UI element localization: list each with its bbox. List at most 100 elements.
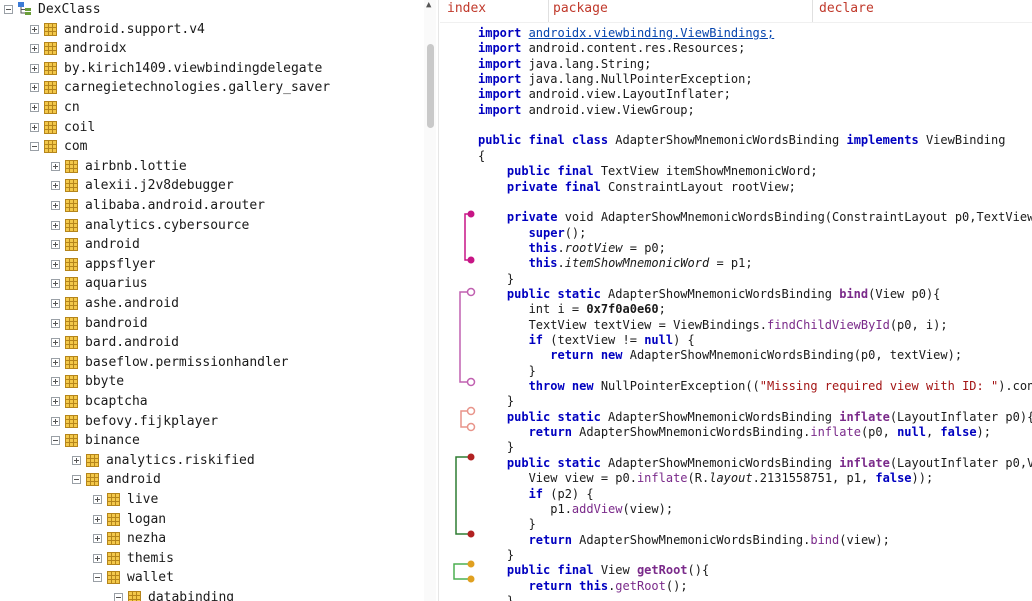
code-line[interactable]: if (p2) { — [478, 486, 594, 502]
collapse-icon[interactable] — [72, 475, 81, 484]
code-line[interactable]: this.itemShowMnemonicWord = p1; — [478, 255, 753, 271]
fold-marker-inflate-1[interactable] — [460, 406, 476, 432]
tree-item[interactable]: android — [0, 470, 420, 489]
expand-icon[interactable] — [51, 279, 60, 288]
code-line[interactable]: } — [478, 393, 514, 409]
tree-item[interactable]: android — [0, 235, 420, 254]
tree-item[interactable]: bard.android — [0, 333, 420, 352]
expand-icon[interactable] — [72, 456, 81, 465]
code-line[interactable]: import android.content.res.Resources; — [478, 40, 745, 56]
import-link[interactable]: androidx.viewbinding.ViewBindings; — [529, 26, 775, 40]
code-line[interactable]: super(); — [478, 225, 587, 241]
expand-icon[interactable] — [93, 554, 102, 563]
code-line[interactable]: return AdapterShowMnemonicWordsBinding.b… — [478, 532, 890, 548]
code-panel[interactable]: index package declare import androidx.vi… — [440, 0, 1032, 601]
tree-scroll-thumb[interactable] — [427, 44, 434, 128]
code-line[interactable]: } — [478, 271, 514, 287]
expand-icon[interactable] — [51, 221, 60, 230]
code-line[interactable]: } — [478, 547, 514, 563]
expand-icon[interactable] — [51, 162, 60, 171]
expand-icon[interactable] — [51, 417, 60, 426]
tree-item[interactable]: logan — [0, 510, 420, 529]
expand-icon[interactable] — [30, 123, 39, 132]
collapse-icon[interactable] — [93, 573, 102, 582]
tree-item[interactable]: androidx — [0, 39, 420, 58]
tree-scrollbar[interactable]: ▲ — [424, 0, 436, 601]
tree-item[interactable]: carnegietechnologies.gallery_saver — [0, 78, 420, 97]
code-line[interactable]: } — [478, 593, 514, 601]
code-line[interactable]: import java.lang.String; — [478, 56, 651, 72]
expand-icon[interactable] — [30, 103, 39, 112]
tree-item[interactable]: analytics.riskified — [0, 451, 420, 470]
expand-icon[interactable] — [51, 397, 60, 406]
tree-item[interactable]: themis — [0, 549, 420, 568]
expand-icon[interactable] — [51, 358, 60, 367]
collapse-icon[interactable] — [114, 593, 123, 601]
code-line[interactable]: int i = 0x7f0a0e60; — [478, 301, 666, 317]
tree-item[interactable]: cn — [0, 98, 420, 117]
expand-icon[interactable] — [51, 299, 60, 308]
code-line[interactable]: public static AdapterShowMnemonicWordsBi… — [478, 409, 1032, 425]
code-line[interactable]: public final TextView itemShowMnemonicWo… — [478, 163, 818, 179]
expand-icon[interactable] — [30, 44, 39, 53]
expand-icon[interactable] — [51, 260, 60, 269]
tree-item[interactable]: bcaptcha — [0, 392, 420, 411]
tree-item[interactable]: nezha — [0, 529, 420, 548]
code-line[interactable]: public final class AdapterShowMnemonicWo… — [478, 132, 1005, 148]
expand-icon[interactable] — [93, 515, 102, 524]
code-line[interactable]: import android.view.LayoutInflater; — [478, 86, 731, 102]
expand-icon[interactable] — [51, 181, 60, 190]
code-line[interactable]: import android.view.ViewGroup; — [478, 102, 695, 118]
tab-declare[interactable]: declare — [812, 0, 1032, 22]
code-line[interactable]: return AdapterShowMnemonicWordsBinding.i… — [478, 424, 991, 440]
code-line[interactable]: } — [478, 516, 536, 532]
collapse-icon[interactable] — [4, 5, 13, 14]
tree-item[interactable]: befovy.fijkplayer — [0, 412, 420, 431]
fold-marker-constructor[interactable] — [464, 210, 475, 264]
tree-item[interactable]: baseflow.permissionhandler — [0, 353, 420, 372]
package-tree[interactable]: DexClass android.support.v4 androidx by.ki… — [0, 0, 428, 601]
code-line[interactable]: p1.addView(view); — [478, 501, 673, 517]
tree-item[interactable]: by.kirich1409.viewbindingdelegate — [0, 59, 420, 78]
tree-item[interactable]: wallet — [0, 568, 420, 587]
expand-icon[interactable] — [51, 377, 60, 386]
code-line[interactable]: } — [478, 439, 514, 455]
tree-item[interactable]: android.support.v4 — [0, 20, 420, 39]
expand-icon[interactable] — [30, 25, 39, 34]
tree-item[interactable]: live — [0, 490, 420, 509]
fold-marker-inflate-2[interactable] — [455, 453, 475, 538]
collapse-icon[interactable] — [51, 436, 60, 445]
code-line[interactable]: private final ConstraintLayout rootView; — [478, 179, 796, 195]
code-line[interactable]: public final View getRoot(){ — [478, 562, 709, 578]
expand-icon[interactable] — [30, 83, 39, 92]
expand-icon[interactable] — [93, 534, 102, 543]
tree-item[interactable]: com — [0, 137, 420, 156]
tree-root-row[interactable]: DexClass — [0, 0, 420, 19]
code-line[interactable]: { — [478, 148, 485, 164]
code-line[interactable]: public static AdapterShowMnemonicWordsBi… — [478, 455, 1032, 471]
panel-divider[interactable] — [438, 0, 439, 601]
code-line[interactable]: return new AdapterShowMnemonicWordsBindi… — [478, 347, 962, 363]
expand-icon[interactable] — [51, 319, 60, 328]
code-line[interactable]: View view = p0.inflate(R.layout.21315587… — [478, 470, 934, 486]
tree-item[interactable]: ashe.android — [0, 294, 420, 313]
code-line[interactable]: import java.lang.NullPointerException; — [478, 71, 753, 87]
collapse-icon[interactable] — [30, 142, 39, 151]
tree-item[interactable]: bandroid — [0, 314, 420, 333]
fold-marker-getroot[interactable] — [453, 560, 475, 583]
expand-icon[interactable] — [51, 240, 60, 249]
expand-icon[interactable] — [30, 64, 39, 73]
fold-marker-bind[interactable] — [459, 287, 476, 387]
tree-item[interactable]: alexii.j2v8debugger — [0, 176, 420, 195]
tree-item[interactable]: binance — [0, 431, 420, 450]
code-line[interactable]: this.rootView = p0; — [478, 240, 666, 256]
expand-icon[interactable] — [93, 495, 102, 504]
tree-item[interactable]: bbyte — [0, 372, 420, 391]
tree-item[interactable]: appsflyer — [0, 255, 420, 274]
code-line[interactable]: public static AdapterShowMnemonicWordsBi… — [478, 286, 941, 302]
code-line[interactable]: } — [478, 363, 536, 379]
tree-item[interactable]: airbnb.lottie — [0, 157, 420, 176]
code-line[interactable]: throw new NullPointerException(("Missing… — [478, 378, 1032, 394]
code-line[interactable]: return this.getRoot(); — [478, 578, 688, 594]
code-line[interactable]: import androidx.viewbinding.ViewBindings… — [478, 25, 774, 41]
